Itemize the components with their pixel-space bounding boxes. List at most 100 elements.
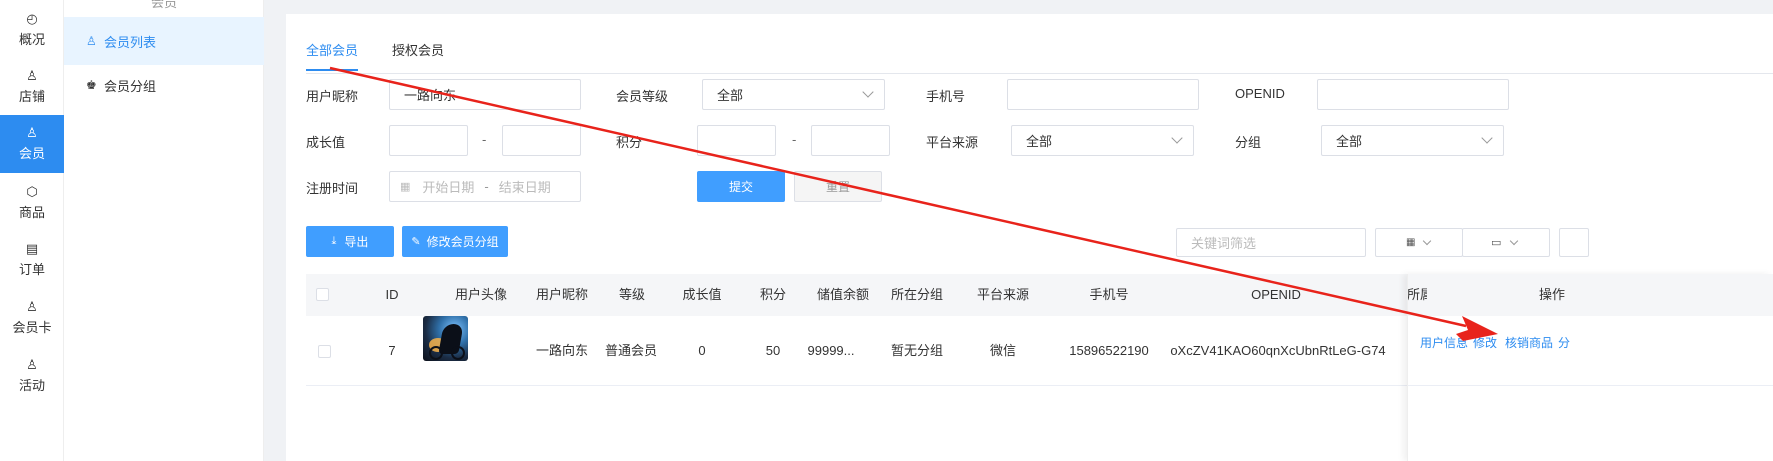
openid-input[interactable] — [1317, 79, 1509, 110]
order-icon: ▤ — [25, 241, 39, 256]
col-avatar: 用户头像 — [454, 287, 507, 302]
level-value: 全部 — [717, 88, 744, 103]
subnav-title: 会员 — [150, 0, 177, 10]
user-icon: ♙ — [86, 34, 97, 48]
chevron-down-icon — [1171, 132, 1183, 144]
cell-level: 普通会员 — [604, 343, 657, 358]
user-info-link[interactable]: 用户信息 — [1420, 334, 1468, 351]
growth-min-input[interactable] — [389, 125, 468, 156]
table-header: ID 用户头像 用户昵称 等级 成长值 积分 储值余额 所在分组 平台来源 手机… — [306, 274, 1773, 316]
col-actions: 操作 — [1538, 287, 1565, 302]
nav-item-product[interactable]: ⬡ 商品 — [0, 171, 64, 235]
regtime-label: 注册时间 — [306, 181, 359, 196]
table-row: 7 一路向东 普通会员 0 50 99999... 暂无分组 微信 158965… — [306, 316, 1773, 386]
product-icon: ⬡ — [26, 184, 38, 199]
platform-label: 平台来源 — [926, 135, 979, 150]
col-growth: 成长值 — [682, 287, 722, 302]
main-panel: 全部会员 授权会员 用户昵称 一路向东 会员等级 全部 手机号 OPENID 成… — [286, 14, 1773, 461]
cell-nickname: 一路向东 — [535, 343, 588, 358]
reset-button[interactable]: 重置 — [794, 171, 882, 202]
keyword-filter-input[interactable]: 关键词筛选 — [1176, 228, 1366, 257]
more-toolbar-button[interactable] — [1559, 228, 1589, 257]
chevron-down-icon — [1481, 132, 1493, 144]
main-nav: ◴ 概况 ♙ 店铺 ♙ 会员 ⬡ 商品 ▤ 订单 ♙ 会员卡 ♙ 活动 — [0, 0, 64, 461]
range-separator: - — [792, 132, 797, 147]
nickname-input[interactable]: 一路向东 — [389, 79, 581, 110]
calendar-icon: ▦ — [400, 181, 411, 193]
points-min-input[interactable] — [697, 125, 776, 156]
download-icon: ⤓ — [331, 235, 337, 247]
folder-export-toggle[interactable]: ▭ — [1462, 228, 1550, 257]
date-range-picker[interactable]: ▦ 开始日期 - 结束日期 — [389, 171, 581, 202]
phone-label: 手机号 — [926, 89, 966, 104]
cell-growth: 0 — [698, 343, 706, 358]
member-icon: ♙ — [26, 125, 38, 140]
nickname-label: 用户昵称 — [306, 89, 359, 104]
nav-item-activity[interactable]: ♙ 活动 — [0, 344, 64, 408]
cell-openid: oXcZV41KAO60qnXcUbnRtLeG-G74 — [1170, 343, 1386, 358]
edit-icon: ✎ — [411, 236, 421, 248]
nav-item-member-card[interactable]: ♙ 会员卡 — [0, 286, 64, 350]
member-tabs: 全部会员 授权会员 — [306, 40, 1773, 74]
openid-label: OPENID — [1235, 86, 1285, 101]
cell-balance: 99999... — [807, 343, 855, 358]
verify-product-link[interactable]: 核销商品 — [1505, 334, 1553, 351]
points-max-input[interactable] — [811, 125, 890, 156]
level-select[interactable]: 全部 — [702, 79, 885, 110]
cell-phone: 15896522190 — [1069, 343, 1149, 358]
nav-item-label: 商品 — [18, 205, 45, 220]
col-belongs: 所属 — [1407, 287, 1427, 302]
phone-input[interactable] — [1007, 79, 1199, 110]
users-icon: ♚ — [86, 78, 97, 92]
nav-item-member[interactable]: ♙ 会员 — [0, 115, 64, 173]
start-date-placeholder: 开始日期 — [422, 180, 475, 195]
grid-icon: ▦ — [1406, 237, 1416, 248]
user-avatar — [423, 316, 468, 361]
subnav-item-label: 会员分组 — [104, 78, 157, 94]
export-label: 导出 — [344, 235, 369, 249]
range-separator: - — [484, 179, 489, 194]
edit-link[interactable]: 修改 — [1473, 334, 1497, 351]
group-label: 分组 — [1235, 135, 1262, 150]
submit-button[interactable]: 提交 — [697, 171, 785, 202]
nav-item-label: 活动 — [18, 378, 45, 393]
nav-item-overview[interactable]: ◴ 概况 — [0, 0, 64, 62]
chevron-down-icon — [1509, 236, 1519, 246]
avatar-wheel — [451, 346, 465, 360]
more-action-link[interactable]: 分 — [1558, 334, 1570, 351]
cell-id: 7 — [388, 343, 396, 358]
export-button[interactable]: ⤓ 导出 — [306, 226, 394, 257]
column-view-toggle[interactable]: ▦ — [1375, 228, 1463, 257]
col-points: 积分 — [759, 287, 786, 302]
tab-authorized-members[interactable]: 授权会员 — [392, 40, 444, 69]
tab-all-members[interactable]: 全部会员 — [306, 40, 359, 71]
nav-item-order[interactable]: ▤ 订单 — [0, 228, 64, 292]
group-value: 全部 — [1336, 134, 1363, 149]
growth-label: 成长值 — [306, 135, 346, 150]
nav-item-label: 店铺 — [18, 89, 45, 104]
cell-platform: 微信 — [989, 343, 1016, 358]
select-all-checkbox[interactable] — [316, 288, 329, 301]
col-balance: 储值余额 — [816, 287, 869, 302]
group-select[interactable]: 全部 — [1321, 125, 1504, 156]
nav-item-label: 会员卡 — [12, 320, 52, 335]
platform-select[interactable]: 全部 — [1011, 125, 1194, 156]
edit-group-button[interactable]: ✎ 修改会员分组 — [402, 226, 508, 257]
keyword-placeholder: 关键词筛选 — [1191, 236, 1257, 251]
col-id: ID — [385, 287, 399, 302]
nav-item-label: 订单 — [18, 262, 45, 277]
subnav-item-member-list[interactable]: ♙ 会员列表 — [64, 17, 264, 65]
dashboard-icon: ◴ — [26, 11, 38, 26]
nav-item-store[interactable]: ♙ 店铺 — [0, 55, 64, 119]
growth-max-input[interactable] — [502, 125, 581, 156]
subnav-item-member-group[interactable]: ♚ 会员分组 — [64, 61, 264, 109]
col-openid: OPENID — [1251, 287, 1301, 302]
cell-points: 50 — [765, 343, 781, 358]
subnav-item-label: 会员列表 — [104, 34, 157, 50]
nickname-value: 一路向东 — [404, 88, 457, 103]
row-checkbox[interactable] — [318, 345, 331, 358]
store-icon: ♙ — [26, 68, 38, 83]
activity-icon: ♙ — [26, 357, 38, 372]
nav-item-label: 概况 — [18, 32, 45, 47]
edit-group-label: 修改会员分组 — [426, 235, 499, 249]
